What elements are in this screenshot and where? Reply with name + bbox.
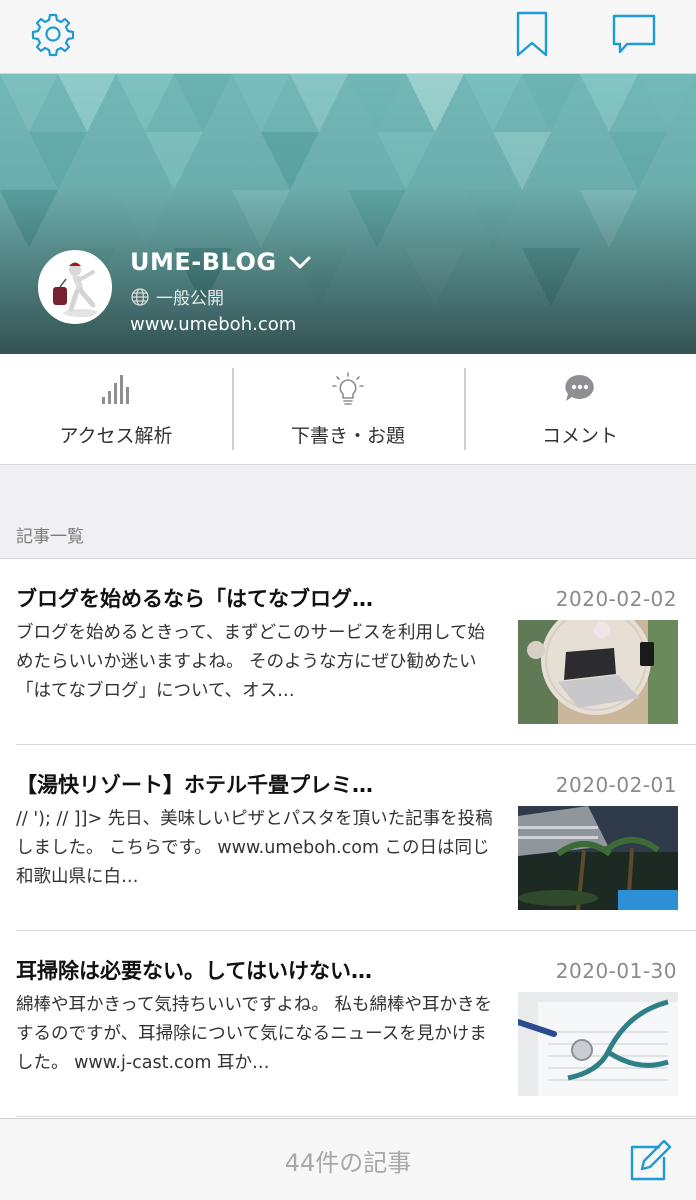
list-item[interactable]: 【湯快リゾート】ホテル千畳プレミ… 2020-02-01 // '); // ]…	[0, 745, 696, 931]
article-title: 【湯快リゾート】ホテル千畳プレミ…	[16, 773, 373, 797]
visibility-status: 一般公開	[130, 284, 224, 309]
article-date: 2020-02-02	[555, 587, 677, 611]
blog-actions-bar: アクセス解析 下書き・お題 コメント	[0, 354, 696, 465]
compose-icon[interactable]	[626, 1137, 674, 1185]
bookmark-icon[interactable]	[508, 10, 556, 58]
visibility-label: 一般公開	[156, 289, 224, 309]
list-item[interactable]: 耳掃除は必要ない。してはいけない… 2020-01-30 綿棒や耳かきって気持ち…	[0, 931, 696, 1117]
article-title: 耳掃除は必要ない。してはいけない…	[16, 959, 372, 983]
article-excerpt: 綿棒や耳かきって気持ちいいですよね。 私も綿棒や耳かきをするのですが、耳掃除につ…	[16, 995, 492, 1073]
lightbulb-icon	[330, 371, 366, 407]
list-item[interactable]: ブログを始めるなら「はてなブログ… 2020-02-02 ブログを始めるときって…	[0, 559, 696, 745]
access-analytics-button[interactable]: アクセス解析	[0, 354, 232, 464]
access-analytics-label: アクセス解析	[59, 424, 173, 447]
banner-gradient-overlay	[0, 74, 696, 354]
comments-label: コメント	[541, 424, 618, 447]
article-date: 2020-01-30	[555, 959, 677, 983]
article-date: 2020-02-01	[555, 773, 677, 797]
avatar[interactable]	[38, 250, 112, 324]
comments-button[interactable]: コメント	[464, 354, 696, 464]
blog-header-banner: UME-BLOG 一般公開 www.umeboh.com	[0, 74, 696, 354]
article-thumbnail	[518, 620, 678, 724]
globe-icon	[131, 287, 149, 306]
speech-bubble-icon[interactable]	[610, 10, 658, 58]
section-header-article-list: 記事一覧	[16, 527, 84, 547]
article-excerpt: ブログを始めるときって、まずどこのサービスを利用して始めたらいいか迷いますよね。…	[16, 623, 485, 701]
blog-url[interactable]: www.umeboh.com	[130, 314, 296, 335]
article-thumbnail	[518, 992, 678, 1096]
drafts-topics-button[interactable]: 下書き・お題	[232, 354, 464, 464]
bottom-toolbar: 44件の記事	[0, 1118, 696, 1200]
article-excerpt: // '); // ]]> 先日、美味しいピザとパスタを頂いた記事を投稿しました…	[16, 809, 493, 887]
chevron-down-icon	[289, 256, 311, 269]
blog-switcher[interactable]: UME-BLOG	[130, 248, 313, 276]
article-count: 44件の記事	[284, 1149, 412, 1177]
drafts-topics-label: 下書き・お題	[290, 424, 405, 447]
top-navigation-bar	[0, 0, 696, 74]
blog-title: UME-BLOG	[130, 248, 277, 276]
row-divider	[16, 1116, 696, 1117]
comment-bubble-icon	[562, 371, 598, 407]
article-list: ブログを始めるなら「はてなブログ… 2020-02-02 ブログを始めるときって…	[0, 558, 696, 1118]
article-title: ブログを始めるなら「はてなブログ…	[16, 587, 373, 611]
article-thumbnail	[518, 806, 678, 910]
bar-chart-icon	[98, 371, 134, 407]
gear-icon[interactable]	[29, 10, 77, 58]
